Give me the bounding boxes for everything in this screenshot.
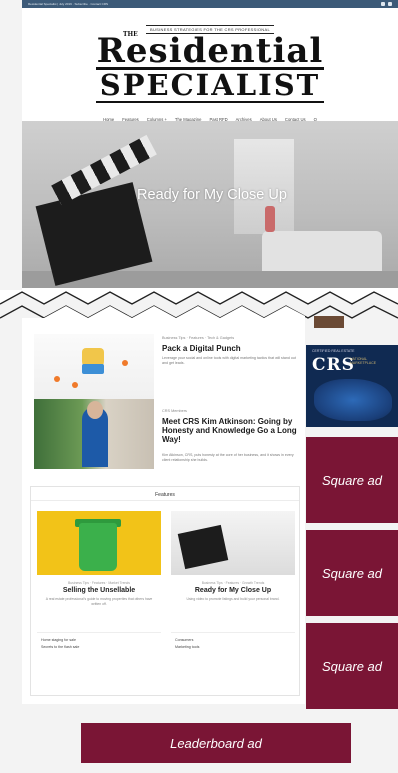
features-section: Features Business Tips · Features · Mark… bbox=[30, 486, 300, 696]
feature-image[interactable] bbox=[37, 511, 161, 575]
logo-specialist[interactable]: SPECIALIST bbox=[22, 71, 398, 100]
square-ad-label: Square ad bbox=[322, 472, 382, 488]
masthead: BUSINESS STRATEGIES FOR THE CRS PROFESSI… bbox=[22, 8, 398, 112]
feature-meta[interactable]: Business Tips · Features · Growth Trends bbox=[171, 581, 295, 585]
content-area: Business Tips · Features · Tech & Gadget… bbox=[22, 324, 305, 704]
leaderboard-ad[interactable]: Leaderboard ad bbox=[81, 723, 351, 763]
small-ad[interactable] bbox=[314, 316, 344, 328]
top-bar-text: Residential Specialist | July 2019 · Sub… bbox=[28, 2, 108, 6]
feature-title[interactable]: Selling the Unsellable bbox=[37, 587, 161, 594]
feature-links-left: Home staging for sale Secrets to the fla… bbox=[37, 632, 161, 651]
square-ad-label: Square ad bbox=[322, 565, 382, 581]
chart-piece-blue bbox=[82, 364, 104, 374]
social-icons bbox=[381, 2, 392, 6]
crs-logo: CRS bbox=[312, 355, 355, 375]
post-title[interactable]: Pack a Digital Punch bbox=[162, 344, 297, 353]
feature-link[interactable]: Consumers bbox=[175, 637, 295, 644]
clapperboard-icon bbox=[177, 524, 229, 570]
post-card[interactable]: CRS Members Meet CRS Kim Atkinson: Going… bbox=[34, 399, 297, 472]
post-thumbnail[interactable] bbox=[34, 334, 154, 400]
square-ad-3[interactable]: Square ad bbox=[306, 623, 398, 709]
person-head bbox=[87, 401, 103, 419]
crs-ad-subtitle: NATIONAL MARKETPLACE bbox=[350, 357, 377, 365]
crs-ad-small-text: CERTIFIED REAL ESTATE bbox=[312, 349, 355, 353]
square-ad-2[interactable]: Square ad bbox=[306, 530, 398, 616]
feature-card[interactable]: Business Tips · Features · Market Trends… bbox=[37, 511, 161, 606]
logo-residential[interactable]: Residential bbox=[22, 34, 398, 68]
feature-card[interactable]: Business Tips · Features · Growth Trends… bbox=[171, 511, 295, 602]
hero-banner[interactable]: Ready for My Close Up bbox=[22, 121, 398, 288]
leaderboard-ad-label: Leaderboard ad bbox=[170, 735, 262, 751]
feature-link[interactable]: Home staging for sale bbox=[41, 637, 161, 644]
features-heading: Features bbox=[31, 487, 299, 501]
hero-plant bbox=[265, 206, 275, 232]
post-thumbnail[interactable] bbox=[34, 399, 154, 469]
post-meta[interactable]: CRS Members bbox=[162, 409, 187, 413]
feature-image[interactable] bbox=[171, 511, 295, 575]
chart-dot bbox=[54, 376, 60, 382]
hero-sofa bbox=[262, 231, 382, 271]
facebook-icon[interactable] bbox=[381, 2, 385, 6]
post-excerpt: Leverage your social and online tools wi… bbox=[162, 356, 296, 365]
top-bar: Residential Specialist | July 2019 · Sub… bbox=[22, 0, 398, 8]
twitter-icon[interactable] bbox=[388, 2, 392, 6]
feature-excerpt: A real estate professional’s guide to mo… bbox=[45, 597, 153, 606]
us-map-icon bbox=[314, 379, 392, 421]
square-ad-1[interactable]: Square ad bbox=[306, 437, 398, 523]
feature-link[interactable]: Marketing tools bbox=[175, 644, 295, 651]
logo-the: THE bbox=[123, 31, 138, 38]
feature-meta[interactable]: Business Tips · Features · Market Trends bbox=[37, 581, 161, 585]
post-meta[interactable]: Business Tips · Features · Tech & Gadget… bbox=[162, 336, 234, 340]
square-ad-label: Square ad bbox=[322, 658, 382, 674]
feature-excerpt: Using video to promote listings and buil… bbox=[186, 597, 280, 601]
post-excerpt: Kim Atkinson, CRS, puts honesty at the c… bbox=[162, 453, 294, 462]
post-title[interactable]: Meet CRS Kim Atkinson: Going by Honesty … bbox=[162, 417, 297, 444]
crs-ad[interactable]: CERTIFIED REAL ESTATE CRS NATIONAL MARKE… bbox=[306, 345, 398, 427]
trash-bin-icon bbox=[79, 523, 117, 571]
chart-dot bbox=[72, 382, 78, 388]
feature-links-right: Consumers Marketing tools bbox=[171, 632, 295, 651]
feature-link[interactable]: Secrets to the flash sale bbox=[41, 644, 161, 651]
page-top: Residential Specialist | July 2019 · Sub… bbox=[22, 0, 398, 312]
hero-title[interactable]: Ready for My Close Up bbox=[122, 185, 302, 205]
chart-dot bbox=[122, 360, 128, 366]
post-card[interactable]: Business Tips · Features · Tech & Gadget… bbox=[34, 334, 297, 400]
feature-title[interactable]: Ready for My Close Up bbox=[171, 587, 295, 594]
